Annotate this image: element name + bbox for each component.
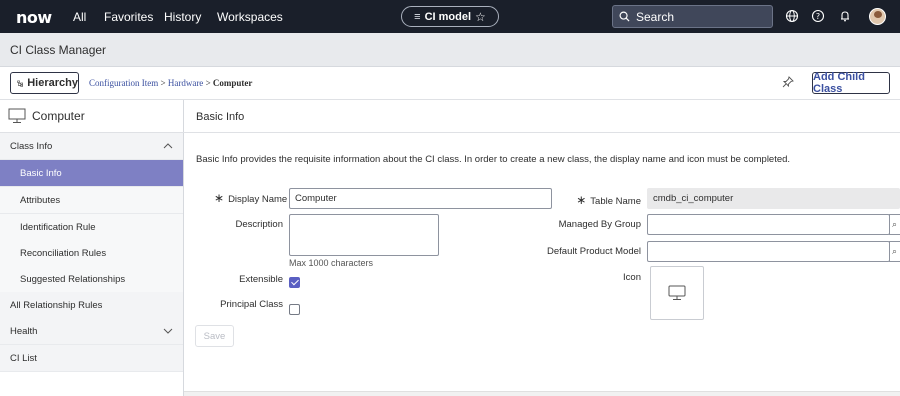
- star-icon[interactable]: ☆: [475, 10, 486, 24]
- search-icon[interactable]: ⌕: [889, 214, 900, 235]
- managed-by-group-field[interactable]: [647, 214, 890, 235]
- top-navigation-bar: now All Favorites History Workspaces ≡ C…: [0, 0, 900, 33]
- computer-monitor-icon: [8, 108, 26, 123]
- save-button[interactable]: Save: [195, 325, 234, 347]
- add-child-class-button[interactable]: Add Child Class: [812, 71, 890, 95]
- chevron-down-icon[interactable]: [163, 326, 173, 336]
- table-name-field: cmdb_ci_computer: [647, 188, 900, 209]
- extensible-label: Extensible: [239, 274, 283, 285]
- sidebar-item-suggested-relationships[interactable]: Suggested Relationships: [0, 266, 183, 293]
- sidebar-item-label: Reconciliation Rules: [20, 247, 107, 259]
- required-asterisk-icon: ∗: [576, 193, 587, 207]
- crumb-separator: >: [205, 78, 211, 88]
- section-title: Basic Info: [196, 111, 245, 123]
- description-field[interactable]: [289, 214, 439, 256]
- sidebar-class-name: Computer: [32, 109, 85, 123]
- default-product-model-label: Default Product Model: [547, 246, 641, 257]
- context-pill[interactable]: ≡ CI model ☆: [401, 6, 499, 27]
- sidebar-item-label: Identification Rule: [20, 221, 96, 233]
- sidebar-item-label: Basic Info: [20, 167, 62, 179]
- icon-label: Icon: [623, 272, 641, 283]
- hierarchy-icon: [17, 80, 23, 87]
- principal-class-label: Principal Class: [220, 299, 283, 310]
- display-name-label: ∗ Display Name: [214, 191, 288, 205]
- sidebar-item-label: Health: [10, 325, 38, 337]
- context-pill-label: CI model: [424, 10, 472, 23]
- principal-class-checkbox[interactable]: [289, 304, 300, 315]
- crumb-hardware[interactable]: Hardware: [168, 78, 203, 88]
- crumb-separator: >: [160, 78, 166, 88]
- description-label: Description: [235, 219, 283, 230]
- horizontal-scrollbar[interactable]: [184, 391, 900, 396]
- chevron-up-icon[interactable]: [163, 141, 173, 151]
- sidebar-item-health[interactable]: Health: [0, 318, 183, 345]
- globe-icon[interactable]: [785, 9, 799, 23]
- sidebar-item-basic-info[interactable]: Basic Info: [0, 160, 183, 187]
- sidebar-item-ci-list[interactable]: CI List: [0, 345, 183, 372]
- section-header: Basic Info: [184, 100, 900, 133]
- icon-picker[interactable]: [650, 266, 704, 320]
- intro-text: Basic Info provides the requisite inform…: [196, 154, 791, 165]
- search-icon: [619, 11, 630, 22]
- hierarchy-button[interactable]: Hierarchy: [10, 72, 79, 94]
- sidebar: Computer Class Info Basic Info Attribute…: [0, 100, 184, 396]
- search-placeholder: Search: [636, 9, 675, 24]
- svg-text:?: ?: [816, 12, 820, 21]
- default-product-model-field[interactable]: [647, 241, 890, 262]
- sidebar-item-label: Attributes: [20, 194, 61, 206]
- table-name-label: ∗ Table Name: [576, 193, 641, 207]
- pin-icon[interactable]: [782, 76, 794, 88]
- description-hint: Max 1000 characters: [289, 258, 374, 268]
- global-search[interactable]: Search: [612, 5, 773, 28]
- nav-workspaces[interactable]: Workspaces: [217, 10, 283, 24]
- sidebar-item-label: All Relationship Rules: [10, 299, 103, 311]
- menu-lines-icon: ≡: [414, 10, 421, 23]
- nav-all[interactable]: All: [73, 10, 86, 24]
- breadcrumb: Configuration Item > Hardware > Computer: [89, 78, 252, 88]
- sidebar-item-attributes[interactable]: Attributes: [0, 187, 183, 214]
- sidebar-item-label: CI List: [10, 352, 37, 364]
- sidebar-item-reconciliation-rules[interactable]: Reconciliation Rules: [0, 240, 183, 267]
- sidebar-item-all-relationship-rules[interactable]: All Relationship Rules: [0, 292, 183, 319]
- crumb-configuration-item[interactable]: Configuration Item: [89, 78, 158, 88]
- sidebar-item-identification-rule[interactable]: Identification Rule: [0, 214, 183, 241]
- sidebar-item-label: Suggested Relationships: [20, 273, 126, 285]
- app-title: CI Class Manager: [10, 43, 107, 57]
- extensible-checkbox[interactable]: [289, 277, 300, 288]
- breadcrumb-bar: Hierarchy Configuration Item > Hardware …: [0, 67, 900, 100]
- user-avatar[interactable]: [869, 8, 886, 25]
- app-title-bar: CI Class Manager: [0, 33, 900, 67]
- required-asterisk-icon: ∗: [214, 191, 225, 205]
- display-name-field[interactable]: Computer: [289, 188, 552, 209]
- computer-monitor-icon: [668, 285, 686, 300]
- servicenow-logo[interactable]: now: [16, 8, 52, 27]
- sidebar-item-label: Class Info: [10, 140, 53, 152]
- help-icon[interactable]: ?: [811, 9, 825, 23]
- sidebar-item-class-info[interactable]: Class Info: [0, 133, 183, 160]
- nav-history[interactable]: History: [164, 10, 201, 24]
- nav-favorites[interactable]: Favorites: [104, 10, 153, 24]
- crumb-computer: Computer: [212, 78, 253, 88]
- hierarchy-button-label: Hierarchy: [27, 77, 78, 89]
- bell-icon[interactable]: [838, 9, 852, 23]
- sidebar-class-header: Computer: [0, 100, 184, 133]
- search-icon[interactable]: ⌕: [889, 241, 900, 262]
- managed-by-group-label: Managed By Group: [558, 219, 641, 230]
